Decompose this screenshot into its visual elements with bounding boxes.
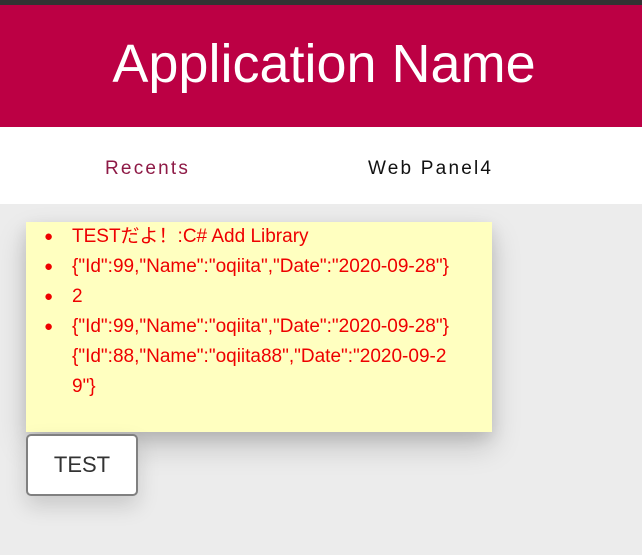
- nav-bar: Recents Web Panel4: [0, 127, 642, 204]
- app-header: Application Name: [0, 5, 642, 127]
- bullet-icon: ●: [44, 288, 54, 305]
- app-title: Application Name: [112, 34, 536, 94]
- bullet-icon: ●: [44, 318, 54, 335]
- list-item: ● TESTだよ！:C# Add Library: [26, 222, 492, 252]
- list-item-text: 2: [72, 286, 83, 307]
- list-item: ● {"Id":99,"Name":"oqiita","Date":"2020-0…: [26, 312, 492, 402]
- list-item-text: {"Id":99,"Name":"oqiita","Date":"2020-09…: [72, 256, 449, 277]
- bullet-icon: ●: [44, 258, 54, 275]
- tab-recents[interactable]: Recents: [105, 158, 190, 180]
- test-button[interactable]: TEST: [26, 434, 138, 496]
- output-list: ● TESTだよ！:C# Add Library ● {"Id":99,"Name"…: [26, 222, 492, 402]
- tab-web-panel4[interactable]: Web Panel4: [368, 158, 493, 180]
- output-panel: ● TESTだよ！:C# Add Library ● {"Id":99,"Name"…: [26, 222, 492, 432]
- list-item: ● {"Id":99,"Name":"oqiita","Date":"2020-0…: [26, 252, 492, 282]
- list-item-text: TESTだよ！:C# Add Library: [72, 226, 309, 247]
- list-item-text: {"Id":99,"Name":"oqiita","Date":"2020-09…: [72, 316, 449, 397]
- list-item: ● 2: [26, 282, 492, 312]
- bullet-icon: ●: [44, 228, 54, 245]
